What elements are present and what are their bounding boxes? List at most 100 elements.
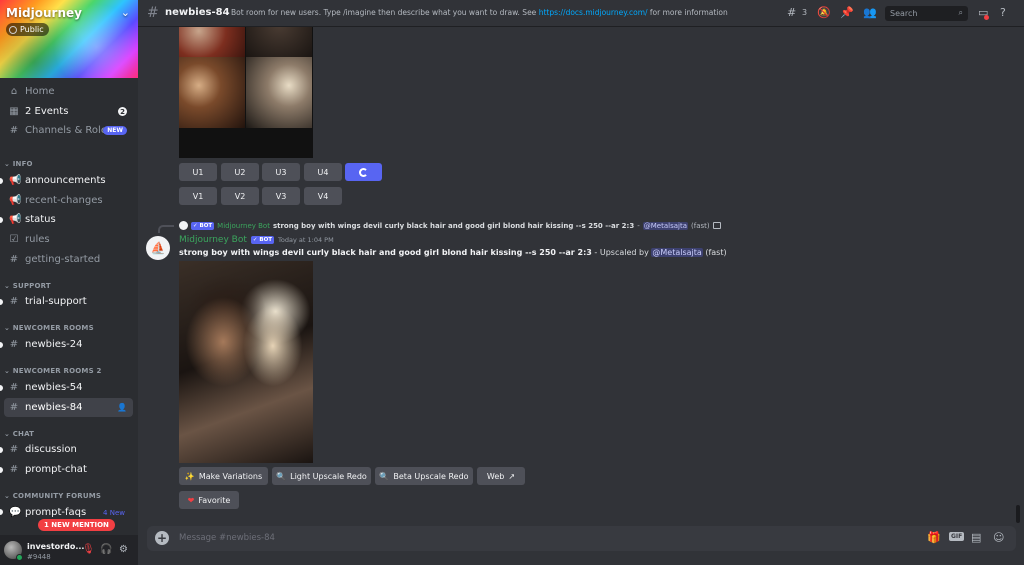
help-icon[interactable]: ? <box>1000 6 1006 19</box>
chevron-down-icon[interactable]: ⌄ <box>121 6 130 19</box>
rules-icon: ☑ <box>9 234 19 245</box>
category-info[interactable]: ⌄ INFO <box>4 160 33 168</box>
message-prompt: strong boy with wings devil curly black … <box>179 248 592 257</box>
channel-label: status <box>25 214 56 225</box>
category-support[interactable]: ⌄ SUPPORT <box>4 282 51 290</box>
reply-connector <box>158 225 174 233</box>
events-count-badge: 2 <box>118 107 127 116</box>
gift-icon[interactable]: 🎁 <box>927 531 941 544</box>
emoji-icon[interactable]: ☺ <box>993 531 1004 544</box>
message-author[interactable]: Midjourney Bot <box>179 235 247 245</box>
bot-avatar[interactable]: ⛵ <box>146 236 170 260</box>
hash-icon: # <box>9 464 19 475</box>
reroll-button[interactable] <box>345 163 382 181</box>
deafen-icon[interactable]: 🎧 <box>100 544 112 555</box>
channel-prompt-chat[interactable]: # prompt-chat <box>4 460 133 479</box>
magic-wand-icon: ✨ <box>184 471 195 481</box>
category-label: NEWCOMER ROOMS <box>12 324 94 332</box>
server-name[interactable]: Midjourney <box>6 6 82 20</box>
sidebar-item-events[interactable]: ▦ 2 Events 2 <box>4 102 133 121</box>
public-badge: Public <box>6 23 49 36</box>
attach-plus-icon[interactable]: + <box>155 531 169 545</box>
channel-newbies-24[interactable]: # newbies-24 <box>4 335 133 354</box>
user-tag: #9448 <box>27 553 51 561</box>
category-newcomer-rooms-2[interactable]: ⌄ NEWCOMER ROOMS 2 <box>4 367 102 375</box>
upscaled-image-attachment[interactable] <box>179 261 313 463</box>
channel-announcements[interactable]: 📢 announcements <box>4 171 133 190</box>
megaphone-icon: 📢 <box>9 175 22 186</box>
gif-icon[interactable]: GIF <box>949 532 965 541</box>
hash-icon: # <box>9 254 19 265</box>
sticker-icon[interactable]: ▤ <box>971 531 981 544</box>
notification-bell-icon[interactable]: 🔕 <box>817 6 831 19</box>
u3-button[interactable]: U3 <box>262 163 300 181</box>
speed-text: (fast) <box>702 248 727 257</box>
search-placeholder: Search <box>890 9 918 18</box>
channel-trial-support[interactable]: # trial-support <box>4 292 133 311</box>
channel-newbies-54[interactable]: # newbies-54 <box>4 378 133 397</box>
channel-recent-changes[interactable]: 📢 recent-changes <box>4 191 133 210</box>
mention[interactable]: @Metalsajta <box>642 221 688 230</box>
category-label: INFO <box>12 160 33 168</box>
channel-label: newbies-84 <box>25 402 83 413</box>
channel-topic[interactable]: Bot room for new users. Type /imagine th… <box>231 8 728 17</box>
u2-button[interactable]: U2 <box>221 163 259 181</box>
channel-rules[interactable]: ☑ rules <box>4 230 133 249</box>
light-upscale-redo-button[interactable]: 🔍 Light Upscale Redo <box>272 467 371 485</box>
mention[interactable]: @Metalsajta <box>651 248 703 257</box>
external-link-icon: ↗ <box>508 471 516 481</box>
docs-link[interactable]: https://docs.midjourney.com/ <box>539 8 648 17</box>
u4-button[interactable]: U4 <box>304 163 342 181</box>
reply-reference[interactable]: ✓ BOT Midjourney Bot strong boy with win… <box>179 221 721 230</box>
sidebar-item-channels-roles[interactable]: # Channels & Roles NEW <box>4 121 133 140</box>
v4-button[interactable]: V4 <box>304 187 342 205</box>
add-member-icon[interactable]: 👤 <box>117 403 127 412</box>
make-variations-button[interactable]: ✨ Make Variations <box>179 467 268 485</box>
server-banner[interactable]: Midjourney ⌄ Public <box>0 0 138 78</box>
message-input[interactable]: Message #newbies-84 <box>179 533 275 543</box>
category-community-forums[interactable]: ⌄ COMMUNITY FORUMS <box>4 492 101 500</box>
pin-icon[interactable]: 📌 <box>840 6 854 19</box>
members-icon[interactable]: 👥 <box>863 6 877 19</box>
v1-button[interactable]: V1 <box>179 187 217 205</box>
avatar <box>179 221 188 230</box>
message-composer[interactable]: + Message #newbies-84 🎁 GIF ▤ ☺ <box>147 526 1016 551</box>
category-chat[interactable]: ⌄ CHAT <box>4 430 34 438</box>
u1-button[interactable]: U1 <box>179 163 217 181</box>
unread-indicator <box>0 385 3 391</box>
search-input[interactable]: Search ⌕ <box>885 6 968 21</box>
channel-newbies-84[interactable]: # newbies-84 👤 <box>4 398 133 417</box>
v2-button[interactable]: V2 <box>221 187 259 205</box>
scrollbar[interactable] <box>1016 505 1020 523</box>
new-mention-pill[interactable]: 1 NEW MENTION <box>38 519 115 531</box>
grid-image-1 <box>179 27 245 57</box>
channel-label: trial-support <box>25 296 87 307</box>
category-newcomer-rooms[interactable]: ⌄ NEWCOMER ROOMS <box>4 324 94 332</box>
v3-button[interactable]: V3 <box>262 187 300 205</box>
button-label: Make Variations <box>198 471 263 481</box>
channel-discussion[interactable]: # discussion <box>4 440 133 459</box>
message-timestamp: Today at 1:04 PM <box>278 236 334 244</box>
image-grid-attachment[interactable] <box>179 27 313 158</box>
unread-indicator <box>0 342 3 348</box>
bot-tag: ✓ BOT <box>191 221 215 230</box>
mute-icon[interactable]: 🎙 <box>82 544 95 555</box>
globe-icon <box>9 25 17 34</box>
favorite-button[interactable]: ❤ Favorite <box>179 491 239 509</box>
unread-indicator <box>0 509 3 515</box>
sidebar-item-home[interactable]: ⌂ Home <box>4 82 133 101</box>
web-button[interactable]: Web ↗ <box>477 467 525 485</box>
category-label: CHAT <box>12 430 35 438</box>
reply-speed: (fast) <box>691 221 710 230</box>
channel-getting-started[interactable]: # getting-started <box>4 250 133 269</box>
user-name[interactable]: investordo... <box>27 542 84 551</box>
threads-icon[interactable]: # <box>787 6 796 19</box>
channel-header: # newbies-84 Bot room for new users. Typ… <box>138 0 1024 27</box>
home-icon: ⌂ <box>10 86 18 97</box>
channel-status[interactable]: 📢 status <box>4 210 133 229</box>
reply-author: Midjourney Bot <box>217 221 270 230</box>
beta-upscale-redo-button[interactable]: 🔍 Beta Upscale Redo <box>375 467 473 485</box>
reply-separator: - <box>637 221 640 230</box>
gear-icon[interactable]: ⚙ <box>119 544 128 555</box>
category-label: NEWCOMER ROOMS 2 <box>12 367 102 375</box>
